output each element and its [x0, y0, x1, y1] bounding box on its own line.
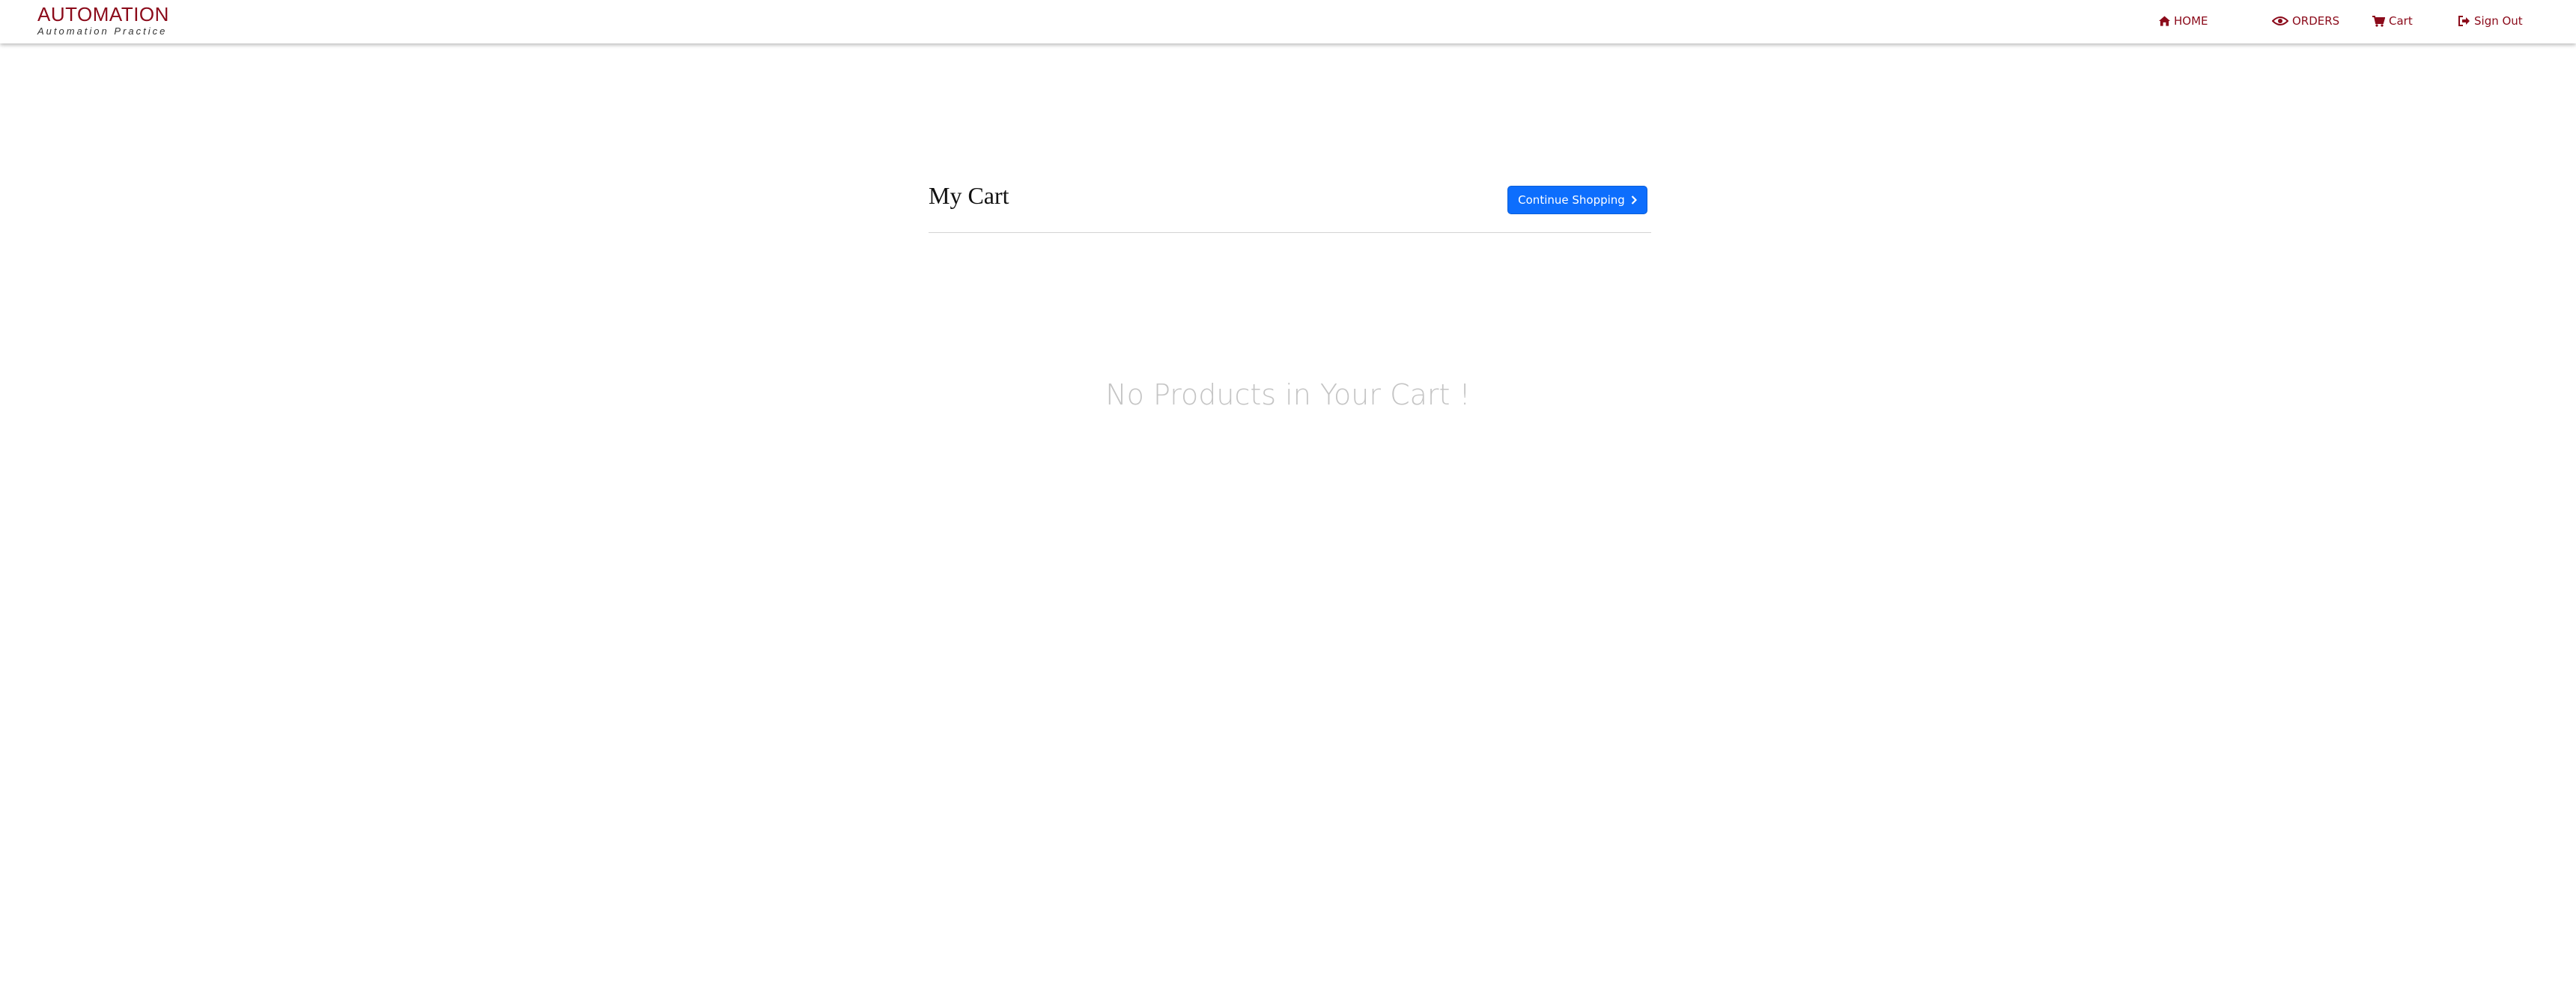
nav-home-label: HOME: [2174, 14, 2208, 28]
chevron-right-icon: [1631, 196, 1637, 204]
continue-shopping-button[interactable]: Continue Shopping: [1507, 186, 1647, 214]
brand-logo[interactable]: AUTOMATION Automation Practice: [37, 3, 169, 37]
eye-icon: [2272, 16, 2288, 25]
nav-orders-label: ORDERS: [2292, 14, 2340, 28]
nav-signout-link[interactable]: Sign Out: [2458, 13, 2523, 29]
sign-out-icon: [2458, 16, 2470, 26]
top-navbar: AUTOMATION Automation Practice HOME ORDE…: [0, 0, 2576, 43]
nav-home-link[interactable]: HOME: [2159, 13, 2208, 29]
nav-cart-label: Cart: [2389, 14, 2413, 28]
continue-shopping-label: Continue Shopping: [1518, 193, 1625, 207]
empty-cart-message: No Products in Your Cart !: [1105, 378, 1471, 411]
page-title: My Cart: [929, 182, 1009, 209]
home-icon: [2159, 16, 2170, 26]
brand-subtitle: Automation Practice: [37, 25, 168, 37]
nav-signout-label: Sign Out: [2474, 14, 2523, 28]
nav-orders-link[interactable]: ORDERS: [2272, 13, 2339, 29]
header-divider: [929, 232, 1651, 233]
cart-icon: [2372, 15, 2385, 27]
brand-title: AUTOMATION: [37, 3, 169, 25]
nav-cart-link[interactable]: Cart: [2372, 13, 2413, 29]
